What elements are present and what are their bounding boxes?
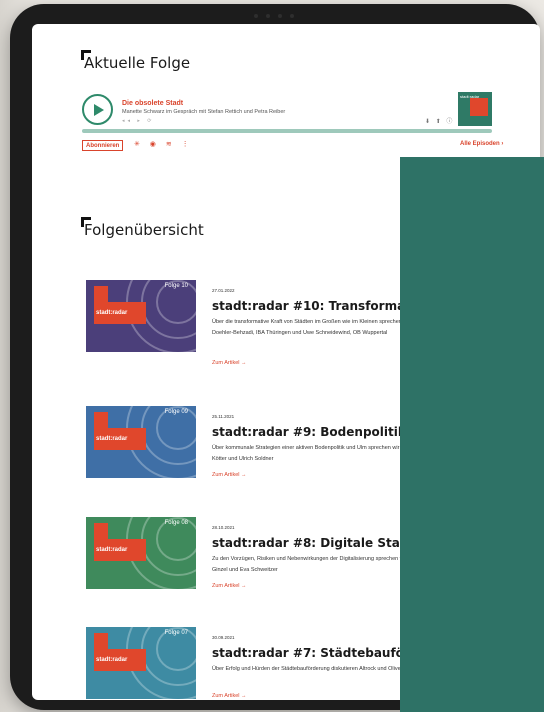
episode-title[interactable]: stadt:radar #10: Transformation — [212, 299, 432, 313]
episode-article-label: Zum Artikel — [212, 360, 240, 366]
cover-logo-shape — [470, 98, 488, 116]
episode-article-label: Zum Artikel — [212, 472, 240, 478]
thumb-brand: stadt:radar — [96, 310, 128, 316]
episode-title[interactable]: stadt:radar #8: Digitale Stadt — [212, 536, 414, 550]
episode-article-link[interactable]: Zum Artikel → — [212, 472, 247, 478]
episode-article-label: Zum Artikel — [212, 583, 240, 589]
teal-overlay-panel — [400, 157, 544, 712]
episode-thumbnail[interactable]: stadt:radar Folge 08 — [86, 517, 196, 589]
playback-controls[interactable]: ◂◂ ▸ ⟳ — [122, 118, 155, 124]
episode-date: 30.09.2021 — [212, 635, 235, 640]
thumb-brand: stadt:radar — [96, 436, 128, 442]
thumb-folge-label: Folge 10 — [164, 283, 188, 289]
thumb-folge-label: Folge 07 — [164, 630, 188, 636]
play-icon — [94, 103, 104, 116]
episode-description: Zu den Vorzügen, Risiken und Nebenwirkun… — [212, 556, 432, 573]
podcast-player: Die obsolete Stadt Manette Schwarz im Ge… — [82, 92, 534, 151]
episode-description: Über Erfolg und Hürden der Städtebauförd… — [212, 666, 429, 672]
cover-label: stadt:radar — [460, 94, 480, 99]
thumb-brand: stadt:radar — [96, 657, 128, 663]
episode-date: 27.01.2022 — [212, 288, 235, 293]
thumb-folge-label: Folge 09 — [164, 409, 188, 415]
episode-description: Über die transformative Kraft von Städte… — [212, 319, 418, 336]
episode-thumbnail[interactable]: stadt:radar Folge 07 — [86, 627, 196, 699]
player-episode-subtitle: Manette Schwarz im Gespräch mit Stefan R… — [122, 109, 286, 115]
episode-thumbnail[interactable]: stadt:radar Folge 10 — [86, 280, 196, 352]
arrow-right-icon: → — [241, 472, 247, 478]
episode-date: 25.11.2021 — [212, 414, 235, 419]
episode-item[interactable]: stadt:radar Folge 07 30.09.2021 stadt:radar… — [32, 627, 458, 700]
episode-article-link[interactable]: Zum Artikel → — [212, 693, 247, 699]
episode-item[interactable]: stadt:radar Folge 08 28.10.2021 stadt:radar… — [32, 517, 432, 617]
all-episodes-link[interactable]: Alle Episoden › — [460, 141, 503, 147]
player-cover-art: stadt:radar — [458, 92, 492, 126]
arrow-right-icon: → — [241, 583, 247, 589]
camera-sensors — [248, 12, 300, 20]
arrow-right-icon: → — [241, 360, 247, 366]
episode-description: Über kommunale Strategien einer aktiven … — [212, 445, 423, 462]
thumb-folge-label: Folge 08 — [164, 520, 188, 526]
episode-article-link[interactable]: Zum Artikel → — [212, 360, 247, 366]
player-episode-title: Die obsolete Stadt — [122, 100, 184, 107]
episode-article-label: Zum Artikel — [212, 693, 240, 699]
episode-title[interactable]: stadt:radar #9: Bodenpolitik — [212, 425, 406, 439]
arrow-right-icon: → — [241, 693, 247, 699]
thumb-brand: stadt:radar — [96, 547, 128, 553]
all-episodes-label: Alle Episoden — [460, 141, 500, 147]
play-button[interactable] — [82, 94, 113, 125]
episode-item[interactable]: stadt:radar Folge 09 25.11.2021 stadt:radar… — [32, 406, 432, 506]
progress-bar[interactable] — [82, 129, 492, 133]
episode-thumbnail[interactable]: stadt:radar Folge 09 — [86, 406, 196, 478]
episode-item[interactable]: stadt:radar Folge 10 27.01.2022 stadt:radar… — [32, 280, 432, 380]
episode-article-link[interactable]: Zum Artikel → — [212, 583, 247, 589]
platform-icons[interactable]: ✳ ◉ ≋ ⋮ — [134, 140, 193, 148]
subscribe-button[interactable]: Abonnieren — [82, 140, 124, 151]
episode-date: 28.10.2021 — [212, 525, 235, 530]
section-heading-overview: Folgenübersicht — [81, 217, 204, 239]
section-heading-current: Aktuelle Folge — [80, 50, 191, 72]
